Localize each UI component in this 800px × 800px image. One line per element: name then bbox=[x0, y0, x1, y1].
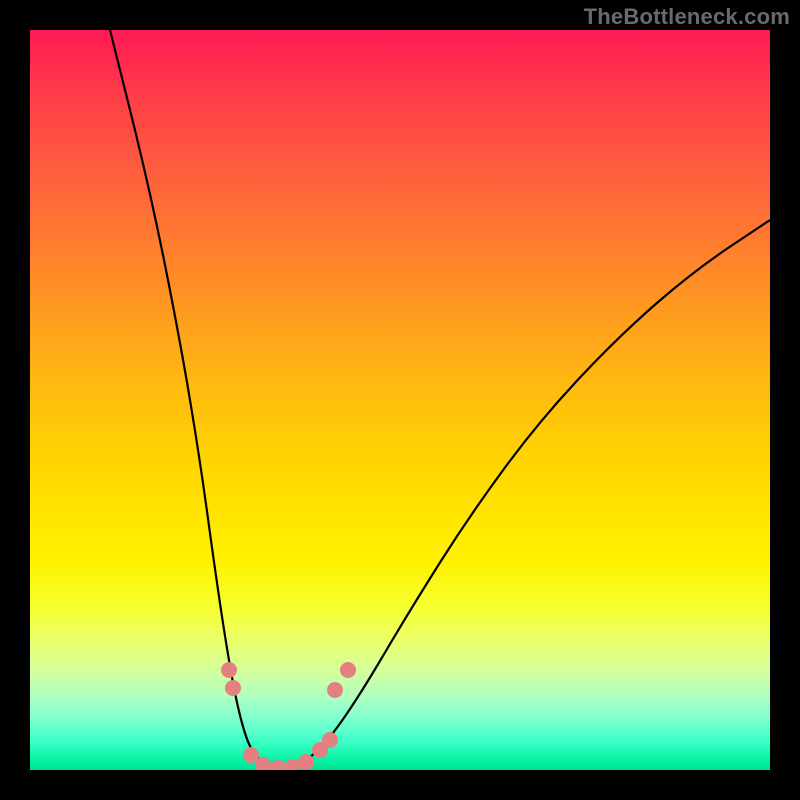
data-marker bbox=[225, 680, 241, 696]
data-marker bbox=[270, 760, 286, 770]
left-branch-curve bbox=[110, 30, 280, 768]
data-marker bbox=[284, 759, 300, 770]
chart-frame: TheBottleneck.com bbox=[0, 0, 800, 800]
data-marker bbox=[298, 754, 314, 770]
plot-area bbox=[30, 30, 770, 770]
right-branch-curve bbox=[280, 220, 770, 768]
data-marker bbox=[322, 732, 338, 748]
data-marker bbox=[340, 662, 356, 678]
data-marker bbox=[327, 682, 343, 698]
watermark-text: TheBottleneck.com bbox=[584, 4, 790, 30]
chart-svg bbox=[30, 30, 770, 770]
curve-group bbox=[110, 30, 770, 768]
data-marker bbox=[221, 662, 237, 678]
